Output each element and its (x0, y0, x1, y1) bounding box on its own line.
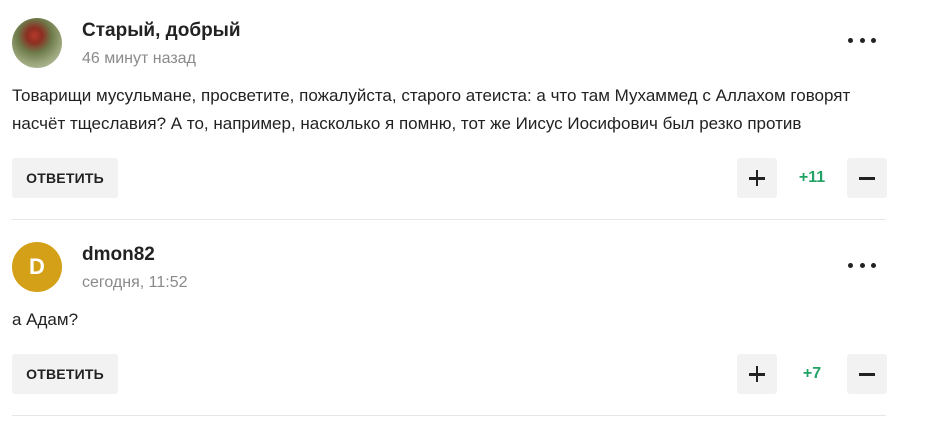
avatar[interactable] (12, 18, 62, 68)
comment-item: D dmon82 сегодня, 11:52 а Адам? ОТВЕТИТЬ… (12, 220, 887, 416)
vote-score: +11 (798, 169, 826, 186)
comment-author[interactable]: Старый, добрый (82, 20, 241, 42)
comment-text: Товарищи мусульмане, просветите, пожалуй… (12, 86, 851, 133)
downvote-button[interactable] (847, 354, 887, 394)
reply-button[interactable]: ОТВЕТИТЬ (12, 354, 118, 394)
downvote-button[interactable] (847, 158, 887, 198)
reply-button[interactable]: ОТВЕТИТЬ (12, 158, 118, 198)
upvote-button[interactable] (737, 158, 777, 198)
vote-score: +7 (802, 365, 822, 382)
comment-text: а Адам? (12, 310, 79, 329)
comment-author[interactable]: dmon82 (82, 244, 155, 266)
comment-timestamp: сегодня, 11:52 (82, 274, 188, 291)
upvote-button[interactable] (737, 354, 777, 394)
minus-icon (859, 177, 875, 180)
avatar[interactable]: D (12, 242, 62, 292)
minus-icon (859, 373, 875, 376)
comment-item: Старый, добрый 46 минут назад Товарищи м… (12, 0, 887, 220)
more-dots-icon[interactable] (848, 30, 876, 50)
more-dots-icon[interactable] (848, 255, 876, 275)
comment-timestamp: 46 минут назад (82, 50, 196, 67)
